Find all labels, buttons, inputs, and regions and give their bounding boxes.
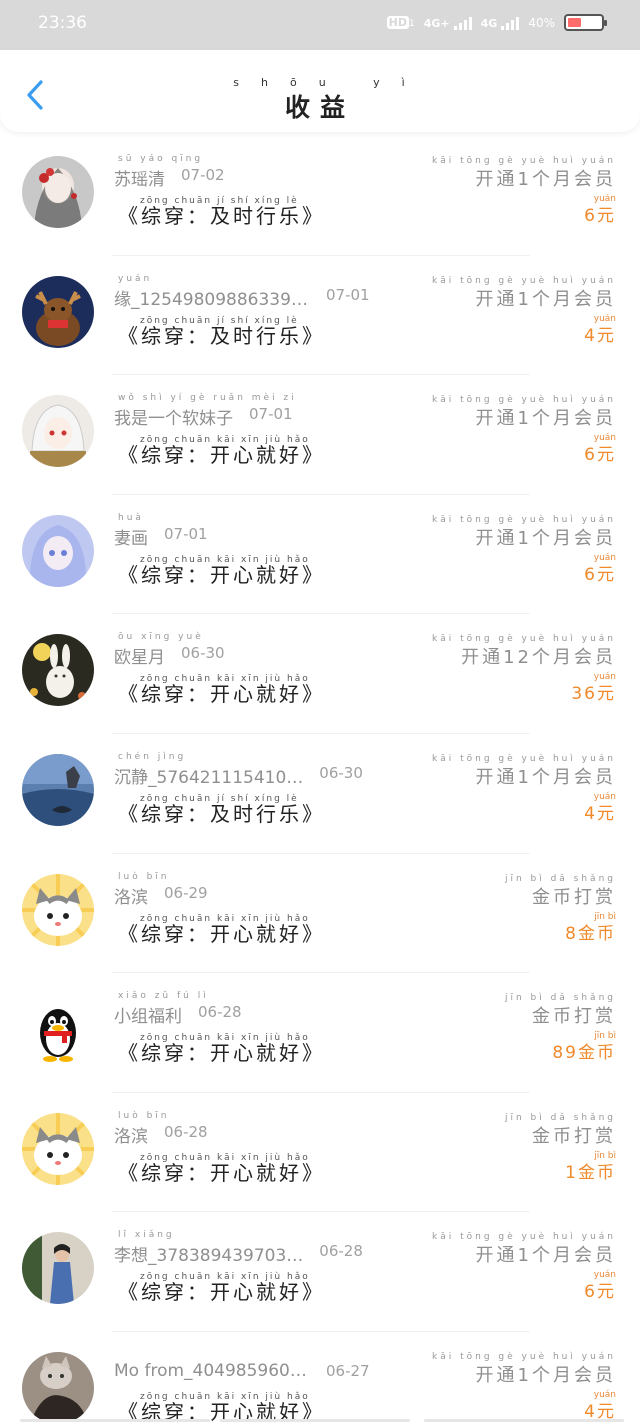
user-name: 洛滨 bbox=[114, 887, 148, 908]
user-name-pinyin: wǒ shì yí gè ruǎn mèi zi bbox=[118, 393, 297, 404]
earning-amount: 4元 bbox=[584, 803, 616, 824]
signal-icon: 4G+ bbox=[424, 16, 472, 30]
user-name: 缘_125498098863398691 bbox=[114, 289, 310, 310]
user-name: 小组福利 bbox=[114, 1007, 182, 1028]
record-date: 06-27 bbox=[326, 1361, 370, 1380]
avatar[interactable] bbox=[22, 514, 94, 587]
record-date: 06-28 bbox=[198, 1003, 242, 1022]
earning-amount: 36元 bbox=[571, 684, 616, 705]
record-date: 07-02 bbox=[181, 166, 225, 184]
record-date: 06-29 bbox=[164, 883, 208, 902]
user-name: 沉静_576421115410… bbox=[114, 767, 304, 788]
earning-amount: 6元 bbox=[584, 445, 616, 466]
earning-row[interactable]: wǒ shì yí gè ruǎn mèi zi 我是一个软妹子 07-01 zōng… bbox=[0, 375, 640, 495]
work-title[interactable]: 《综穿：及时行乐》 bbox=[118, 320, 325, 349]
earning-type: 金币打赏 bbox=[532, 1006, 616, 1028]
earning-type: 金币打赏 bbox=[532, 886, 616, 908]
page-title: 收益 bbox=[284, 93, 355, 122]
earning-row[interactable]: ōu xīng yuè 欧星月 06-30 zōng chuān kāi xīn ji… bbox=[0, 614, 640, 734]
earning-row[interactable]: chén jìng 沉静_576421115410… 06-30 zōng chuān… bbox=[0, 734, 640, 854]
avatar[interactable] bbox=[22, 634, 94, 707]
earning-row[interactable]: luò bīn 洛滨 06-28 zōng chuān kāi xīn jiù hǎo… bbox=[0, 1093, 640, 1213]
battery-percent: 40% bbox=[528, 15, 555, 30]
earning-amount: 1金币 bbox=[565, 1162, 616, 1183]
earning-type: 开通12个月会员 bbox=[461, 647, 616, 669]
status-time: 23:36 bbox=[38, 13, 87, 33]
work-title[interactable]: 《综穿：及时行乐》 bbox=[118, 200, 325, 229]
record-date: 07-01 bbox=[249, 405, 293, 424]
work-title[interactable]: 《综穿：开心就好》 bbox=[118, 1276, 325, 1305]
earning-row[interactable]: Mo from_404985960361 06-27 zōng chuān kāi … bbox=[0, 1332, 640, 1422]
earning-amount: 6元 bbox=[584, 1282, 616, 1303]
avatar[interactable] bbox=[22, 275, 94, 348]
earning-row[interactable]: xiǎo zǔ fú lì 小组福利 06-28 zōng chuān kāi xīn… bbox=[0, 973, 640, 1093]
avatar[interactable] bbox=[22, 395, 94, 468]
user-name-pinyin: chén jìng bbox=[118, 751, 187, 762]
user-name: 我是一个软妹子 bbox=[114, 409, 233, 430]
hd-icon: HD 1 bbox=[386, 16, 415, 29]
avatar[interactable] bbox=[22, 873, 94, 946]
record-date: 06-28 bbox=[319, 1242, 363, 1261]
earning-type: 开通1个月会员 bbox=[475, 527, 616, 549]
user-name: 苏瑶清 bbox=[114, 170, 165, 190]
avatar[interactable] bbox=[22, 156, 94, 228]
user-name-pinyin: sū yáo qīng bbox=[118, 154, 204, 164]
work-title[interactable]: 《综穿：开心就好》 bbox=[118, 678, 325, 707]
user-name: 李想_378389439703… bbox=[114, 1246, 304, 1267]
bottom-divider bbox=[0, 1418, 640, 1422]
earning-type: 金币打赏 bbox=[532, 1125, 616, 1147]
user-name-pinyin: yuán bbox=[118, 273, 153, 284]
earning-amount: 6元 bbox=[584, 564, 616, 585]
page-header: shōu yì 收益 bbox=[0, 50, 640, 132]
user-name-pinyin: huà bbox=[118, 512, 144, 523]
earning-row[interactable]: yuán缘_12549809886339869107-01zōng chuān … bbox=[0, 256, 640, 376]
user-name-pinyin: luò bīn bbox=[118, 871, 170, 882]
earning-type: 开通1个月会员 bbox=[475, 1364, 616, 1386]
battery-icon bbox=[564, 14, 607, 31]
earning-type: 开通1个月会员 bbox=[475, 766, 616, 788]
earning-type: 开通1个月会员 bbox=[475, 408, 616, 430]
record-date: 07-01 bbox=[164, 524, 208, 543]
work-title[interactable]: 《综穿：开心就好》 bbox=[118, 918, 325, 947]
avatar[interactable] bbox=[22, 993, 94, 1066]
record-date: 06-30 bbox=[319, 763, 363, 782]
earning-row[interactable]: lǐ xiǎng 李想_378389439703… 06-28 zōng chuān … bbox=[0, 1212, 640, 1332]
earning-row[interactable]: luò bīn 洛滨 06-29 zōng chuān kāi xīn jiù hǎo… bbox=[0, 854, 640, 974]
earning-amount: 4元 bbox=[584, 325, 616, 346]
work-title[interactable]: 《综穿：开心就好》 bbox=[118, 1037, 325, 1066]
earning-amount: 89金币 bbox=[552, 1043, 616, 1064]
status-indicators: HD 1 4G+ 4G 40% bbox=[386, 14, 607, 31]
earning-type: 开通1个月会员 bbox=[475, 1245, 616, 1267]
earning-row[interactable]: sū yáo qīng 苏瑶清 07-02 zōng chuān jí shí xín… bbox=[0, 136, 640, 256]
avatar[interactable] bbox=[22, 753, 94, 826]
user-name: 妻画 bbox=[114, 528, 148, 549]
status-bar: 23:36 HD 1 4G+ 4G 40% bbox=[0, 0, 640, 50]
user-name-pinyin: luò bīn bbox=[118, 1110, 170, 1121]
user-name: 欧星月 bbox=[114, 648, 165, 669]
user-name-pinyin: xiǎo zǔ fú lì bbox=[118, 991, 209, 1002]
record-date: 06-28 bbox=[164, 1122, 208, 1141]
avatar[interactable] bbox=[22, 1351, 94, 1422]
record-date: 06-30 bbox=[181, 644, 225, 663]
earning-amount: 8金币 bbox=[565, 923, 616, 944]
earnings-list: sū yáo qīng 苏瑶清 07-02 zōng chuān jí shí xín… bbox=[0, 136, 640, 1422]
avatar[interactable] bbox=[22, 1232, 94, 1305]
earning-amount: 6元 bbox=[584, 206, 616, 226]
user-name-pinyin: ōu xīng yuè bbox=[118, 632, 204, 643]
work-title[interactable]: 《综穿：开心就好》 bbox=[118, 559, 325, 588]
earning-type: 开通1个月会员 bbox=[475, 288, 616, 310]
signal-icon-2: 4G bbox=[481, 16, 520, 30]
earning-row[interactable]: huà 妻画 07-01 zōng chuān kāi xīn jiù hǎo 《综穿：… bbox=[0, 495, 640, 615]
avatar[interactable] bbox=[22, 1112, 94, 1185]
earning-type: 开通1个月会员 bbox=[475, 169, 616, 190]
record-date: 07-01 bbox=[326, 285, 370, 304]
work-title[interactable]: 《综穿：开心就好》 bbox=[118, 1157, 325, 1186]
work-title[interactable]: 《综穿：及时行乐》 bbox=[118, 798, 325, 827]
user-name: Mo from_404985960361 bbox=[114, 1360, 310, 1381]
work-title[interactable]: 《综穿：开心就好》 bbox=[118, 439, 325, 468]
user-name: 洛滨 bbox=[114, 1126, 148, 1147]
user-name-pinyin: lǐ xiǎng bbox=[118, 1230, 175, 1241]
